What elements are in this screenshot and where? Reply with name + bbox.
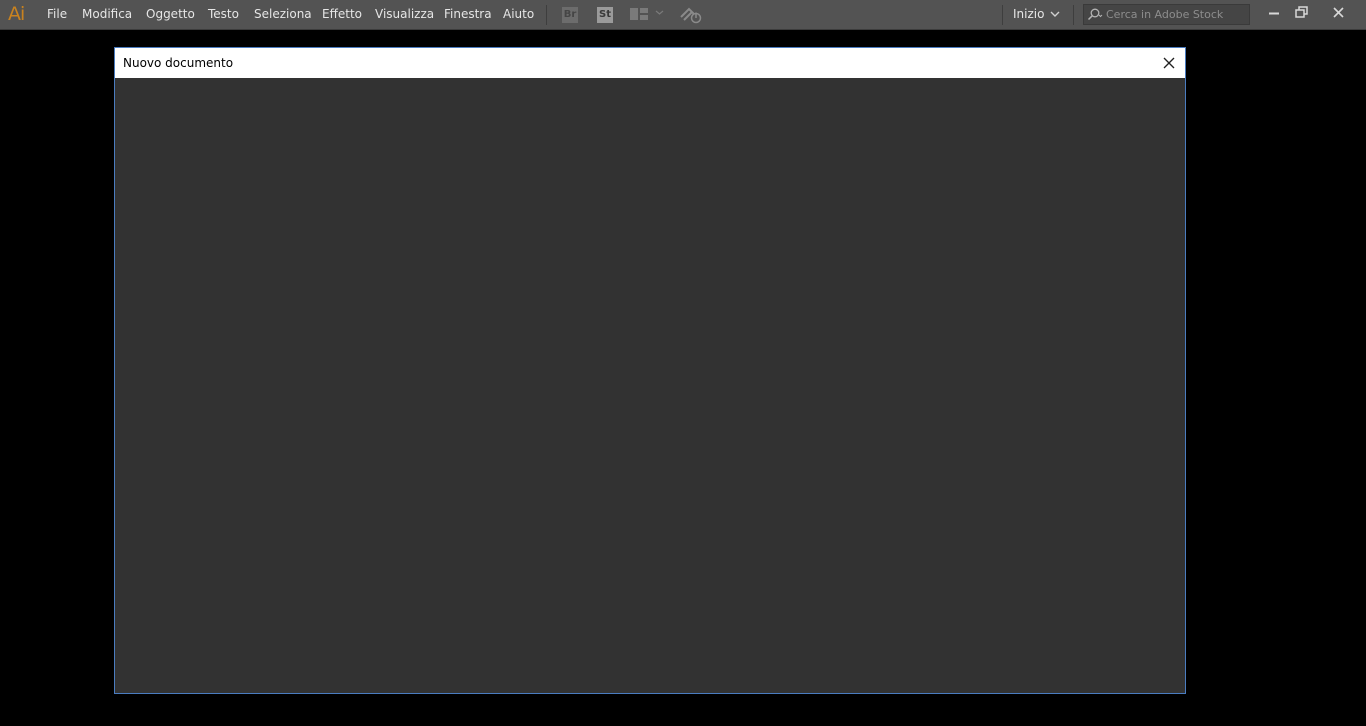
chevron-down-icon[interactable] bbox=[1050, 10, 1060, 18]
menubar: Ai File Modifica Oggetto Testo Seleziona… bbox=[0, 0, 1366, 30]
arrange-documents-icon[interactable] bbox=[630, 8, 648, 20]
workspace-separator bbox=[1002, 5, 1003, 25]
menu-testo[interactable]: Testo bbox=[208, 7, 239, 22]
search-separator bbox=[1073, 5, 1074, 25]
dialog-title: Nuovo documento bbox=[123, 56, 234, 70]
menu-file[interactable]: File bbox=[47, 7, 67, 22]
chevron-down-icon[interactable] bbox=[655, 8, 664, 17]
menu-visualizza[interactable]: Visualizza bbox=[375, 7, 434, 22]
adobe-stock-search[interactable] bbox=[1083, 4, 1250, 25]
minimize-icon[interactable] bbox=[1262, 3, 1286, 23]
new-document-dialog: Nuovo documento bbox=[114, 47, 1186, 694]
menu-seleziona[interactable]: Seleziona bbox=[254, 7, 312, 22]
menu-finestra[interactable]: Finestra bbox=[444, 7, 492, 22]
dialog-titlebar: Nuovo documento bbox=[115, 48, 1185, 78]
illustrator-logo: Ai bbox=[8, 3, 25, 25]
stock-icon[interactable]: St bbox=[597, 7, 613, 23]
search-input[interactable] bbox=[1106, 6, 1246, 23]
menu-effetto[interactable]: Effetto bbox=[322, 7, 362, 22]
close-icon[interactable] bbox=[1159, 53, 1179, 73]
restore-icon[interactable] bbox=[1290, 3, 1314, 23]
search-icon bbox=[1087, 8, 1103, 21]
illustrator-window: Ai File Modifica Oggetto Testo Seleziona… bbox=[0, 0, 1366, 726]
menu-oggetto[interactable]: Oggetto bbox=[146, 7, 195, 22]
menu-separator bbox=[546, 5, 547, 25]
gpu-performance-icon[interactable] bbox=[680, 6, 702, 24]
menu-aiuto[interactable]: Aiuto bbox=[503, 7, 534, 22]
close-icon[interactable] bbox=[1326, 3, 1350, 23]
bridge-icon[interactable]: Br bbox=[562, 7, 578, 23]
menu-modifica[interactable]: Modifica bbox=[82, 7, 132, 22]
dialog-content-area bbox=[115, 78, 1185, 693]
workspace-switcher[interactable]: Inizio bbox=[1013, 7, 1044, 22]
